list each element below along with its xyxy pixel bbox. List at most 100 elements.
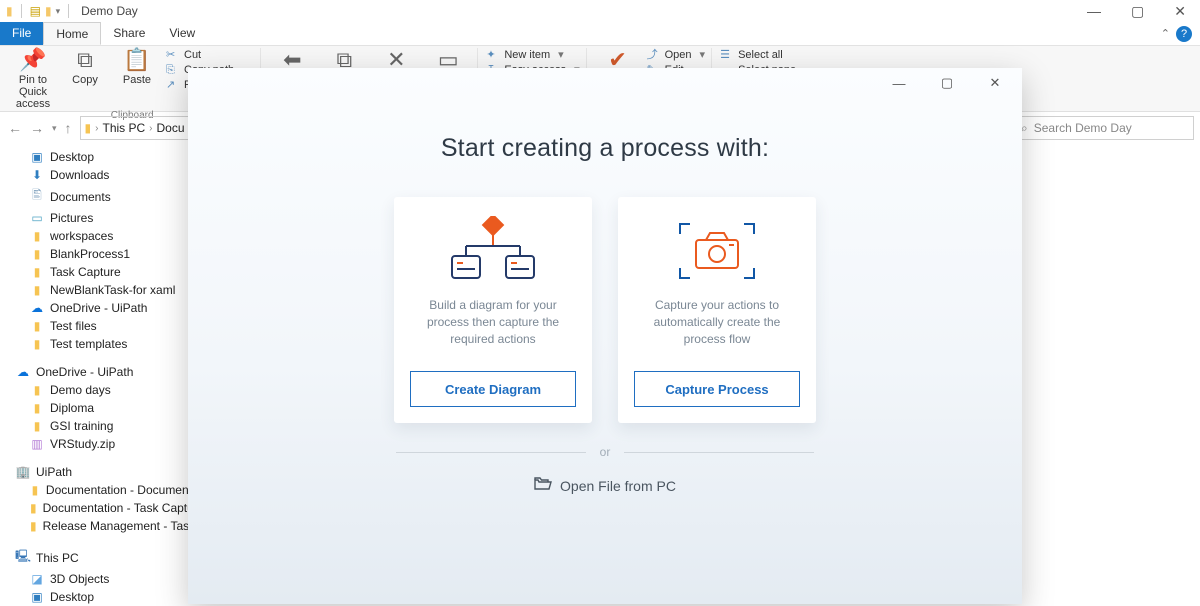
sidebar-item-label: GSI training <box>50 419 113 433</box>
divider-line <box>396 452 586 453</box>
sidebar-item-test-files[interactable]: ▮Test files <box>10 317 200 335</box>
paste-button[interactable]: 📋 Paste <box>114 48 160 86</box>
dialog-close-button[interactable]: ✕ <box>974 69 1016 97</box>
search-input[interactable]: ⌕ Search Demo Day <box>1014 116 1194 140</box>
qat-folder-icon[interactable]: ▮ <box>45 4 52 18</box>
sidebar-item-desktop-pc[interactable]: ▣Desktop <box>10 588 200 606</box>
back-button[interactable]: ← <box>6 118 24 138</box>
minimize-button[interactable]: — <box>1079 3 1109 20</box>
folder-icon: ▮ <box>30 247 44 261</box>
sidebar-item-this-pc[interactable]: 🖳This PC <box>10 545 200 570</box>
up-button[interactable]: ↑ <box>63 118 74 138</box>
sidebar-item-workspaces[interactable]: ▮workspaces <box>10 227 200 245</box>
folder-icon: ▮ <box>30 401 44 415</box>
tab-share[interactable]: Share <box>101 22 157 45</box>
breadcrumb-folder[interactable]: Docu <box>157 121 185 135</box>
copy-label: Copy <box>72 74 98 86</box>
tree-section-onedrive: ☁ OneDrive - UiPath ▮Demo days ▮Diploma ▮… <box>10 363 200 453</box>
capture-process-button[interactable]: Capture Process <box>634 371 800 407</box>
sidebar-item-demo-days[interactable]: ▮Demo days <box>10 381 200 399</box>
sidebar-item-desktop[interactable]: ▣Desktop <box>10 148 200 166</box>
building-icon: 🏢 <box>16 465 30 479</box>
card-create-diagram: Build a diagram for your process then ca… <box>394 197 592 423</box>
pc-icon: 🖳 <box>16 547 30 568</box>
folder-icon: ▮ <box>30 383 44 397</box>
sidebar-item-label: VRStudy.zip <box>50 437 115 451</box>
sidebar-item-documents[interactable]: 🖺Documents <box>10 184 200 209</box>
open-button[interactable]: ⤴Open▾ <box>647 48 705 62</box>
folder-icon: ▮ <box>30 519 37 533</box>
diagram-illustration <box>448 215 538 287</box>
sidebar-item-gsi-training[interactable]: ▮GSI training <box>10 417 200 435</box>
cloud-icon: ☁ <box>16 365 30 379</box>
paste-icon: 📋 <box>123 48 150 72</box>
tab-file[interactable]: File <box>0 22 43 45</box>
sidebar-item-diploma[interactable]: ▮Diploma <box>10 399 200 417</box>
ribbon-collapse-icon[interactable]: ⌃ <box>1161 27 1170 40</box>
folder-icon: ▮ <box>6 4 13 18</box>
sidebar-item-onedrive[interactable]: ☁ OneDrive - UiPath <box>10 363 200 381</box>
explorer-title-bar: ▮ ▤ ▮ ▾ Demo Day — ▢ ✕ <box>0 0 1200 22</box>
sidebar-item-blankprocess1[interactable]: ▮BlankProcess1 <box>10 245 200 263</box>
recent-dropdown[interactable]: ▾ <box>50 121 59 136</box>
tree-section-this-pc: 🖳This PC ◪3D Objects ▣Desktop 🖺Documents <box>10 545 200 606</box>
open-icon: ⤴ <box>647 48 661 62</box>
breadcrumb-this-pc[interactable]: This PC <box>102 121 145 135</box>
maximize-button[interactable]: ▢ <box>1123 3 1152 20</box>
sidebar-item-downloads[interactable]: ⬇Downloads <box>10 166 200 184</box>
tab-view[interactable]: View <box>157 22 207 45</box>
select-all-button[interactable]: ☰Select all <box>720 48 796 62</box>
sidebar-item-label: OneDrive - UiPath <box>36 365 133 379</box>
close-button[interactable]: ✕ <box>1166 3 1194 20</box>
dialog-maximize-button[interactable]: ▢ <box>926 69 968 97</box>
sidebar-item-label: Task Capture <box>50 265 121 279</box>
dialog-title: Start creating a process with: <box>441 134 769 163</box>
folder-icon: ▮ <box>30 265 44 279</box>
copy-button[interactable]: ⧉ Copy <box>62 48 108 86</box>
create-diagram-button[interactable]: Create Diagram <box>410 371 576 407</box>
new-item-button[interactable]: ✦New item▾ <box>486 48 579 62</box>
sidebar-item-test-templates[interactable]: ▮Test templates <box>10 335 200 353</box>
folder-icon: ▮ <box>30 229 44 243</box>
select-all-label: Select all <box>738 48 783 62</box>
dialog-content: Start creating a process with: <box>188 98 1022 604</box>
sidebar-item-3d-objects[interactable]: ◪3D Objects <box>10 570 200 588</box>
zip-icon: ▥ <box>30 437 44 451</box>
shortcut-icon: ↗ <box>166 78 180 92</box>
pin-to-quick-access-button[interactable]: 📌 Pin to Quick access <box>10 48 56 110</box>
folder-icon: ▮ <box>30 319 44 333</box>
sidebar-item-label: 3D Objects <box>50 572 109 586</box>
sidebar-item-newblanktask[interactable]: ▮NewBlankTask-for xaml <box>10 281 200 299</box>
dialog-minimize-button[interactable]: — <box>878 69 920 97</box>
sidebar-item-doc-task-capture[interactable]: ▮Documentation - Task Capture <box>10 499 200 517</box>
qat-dropdown-icon[interactable]: ▾ <box>56 6 61 17</box>
open-file-from-pc-button[interactable]: Open File from PC <box>534 477 676 494</box>
sidebar-item-onedrive-quick[interactable]: ☁OneDrive - UiPath <box>10 299 200 317</box>
tab-home[interactable]: Home <box>43 22 101 45</box>
sidebar-item-task-capture[interactable]: ▮ Task Capture <box>10 263 200 281</box>
cut-button[interactable]: ✂Cut <box>166 48 254 62</box>
chevron-down-icon: ▾ <box>700 48 706 62</box>
scissors-icon: ✂ <box>166 48 180 62</box>
chevron-right-icon: › <box>95 123 98 134</box>
help-icon[interactable]: ? <box>1176 26 1192 42</box>
ribbon-right-controls: ⌃ ? <box>1161 22 1200 45</box>
sidebar-item-label: Documentation - Documents <box>46 483 198 497</box>
pictures-icon: ▭ <box>30 211 44 225</box>
capture-illustration <box>672 215 762 287</box>
sidebar-tree[interactable]: ▣Desktop ⬇Downloads 🖺Documents ▭Pictures… <box>0 144 200 606</box>
forward-button[interactable]: → <box>28 118 46 138</box>
sidebar-item-doc-documents[interactable]: ▮Documentation - Documents <box>10 481 200 499</box>
copy-icon: ⧉ <box>77 48 93 72</box>
pin-icon: 📌 <box>19 48 46 72</box>
documents-icon: 🖺 <box>30 186 44 207</box>
tree-section-uipath: 🏢UiPath ▮Documentation - Documents ▮Docu… <box>10 463 200 535</box>
qat-save-icon[interactable]: ▤ <box>30 4 41 18</box>
path-icon: ⎘ <box>166 63 180 77</box>
sidebar-item-release-mgmt[interactable]: ▮Release Management - Task Captu <box>10 517 200 535</box>
paste-label: Paste <box>123 74 151 86</box>
sidebar-item-label: Test templates <box>50 337 127 351</box>
sidebar-item-pictures[interactable]: ▭Pictures <box>10 209 200 227</box>
sidebar-item-uipath[interactable]: 🏢UiPath <box>10 463 200 481</box>
sidebar-item-vrstudy-zip[interactable]: ▥ VRStudy.zip <box>10 435 200 453</box>
